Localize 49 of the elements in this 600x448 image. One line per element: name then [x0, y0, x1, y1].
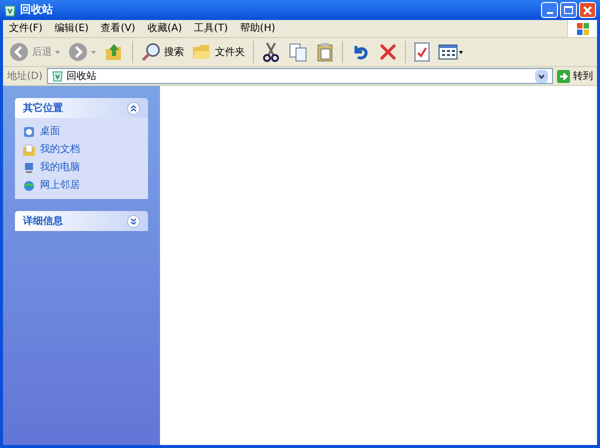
copy-icon — [288, 42, 308, 62]
scissors-icon — [262, 42, 280, 62]
double-chevron-up-icon — [130, 104, 137, 112]
go-button[interactable]: 转到 — [557, 68, 593, 84]
chevron-down-icon — [538, 74, 545, 78]
clipboard-icon — [316, 42, 334, 62]
menu-item[interactable]: 编辑(E) — [48, 24, 95, 34]
recycle-bin-icon — [52, 70, 63, 82]
menu-item[interactable]: 工具(T) — [188, 24, 234, 34]
minimize-button[interactable] — [541, 2, 558, 18]
computer-icon — [23, 162, 35, 174]
caret-icon — [55, 50, 60, 54]
desktop-icon — [23, 126, 35, 138]
place-link[interactable]: 桌面 — [23, 124, 140, 139]
close-button[interactable] — [579, 2, 596, 18]
folder-icon — [192, 43, 212, 61]
window-title: 回收站 — [20, 2, 53, 18]
place-link[interactable]: 我的文档 — [23, 142, 140, 157]
place-link[interactable]: 网上邻居 — [23, 178, 140, 193]
properties-button[interactable] — [412, 40, 432, 64]
expand-button[interactable] — [127, 214, 140, 228]
search-button[interactable]: 搜索 — [139, 40, 186, 64]
menu-item[interactable]: 收藏(A) — [141, 24, 188, 34]
go-arrow-icon — [557, 70, 570, 82]
place-link[interactable]: 我的电脑 — [23, 160, 140, 175]
search-icon — [141, 42, 161, 62]
close-icon — [583, 6, 592, 14]
menu-item[interactable]: 查看(V) — [94, 24, 142, 34]
address-label: 地址(D) — [7, 70, 43, 84]
folders-button[interactable]: 文件夹 — [190, 40, 247, 64]
maximize-button[interactable] — [560, 2, 577, 18]
menu-item[interactable]: 帮助(H) — [234, 24, 282, 34]
address-field[interactable]: 回收站 — [46, 68, 553, 84]
delete-x-icon — [379, 43, 397, 61]
cut-button[interactable] — [260, 40, 282, 64]
collapse-button[interactable] — [127, 102, 140, 114]
folder-up-icon — [104, 42, 124, 62]
views-icon — [438, 43, 464, 61]
properties-icon — [414, 42, 430, 62]
folder-document-icon — [23, 144, 35, 156]
caret-icon — [91, 50, 96, 54]
network-globe-icon — [23, 180, 35, 192]
double-chevron-down-icon — [130, 218, 137, 224]
recycle-bin-icon — [4, 4, 16, 16]
panel-title: 详细信息 — [23, 214, 63, 228]
dropdown-button[interactable] — [535, 70, 548, 82]
windows-flag-logo — [576, 22, 590, 36]
panel-title: 其它位置 — [23, 101, 63, 116]
menu-item[interactable]: 文件(F) — [3, 24, 49, 34]
